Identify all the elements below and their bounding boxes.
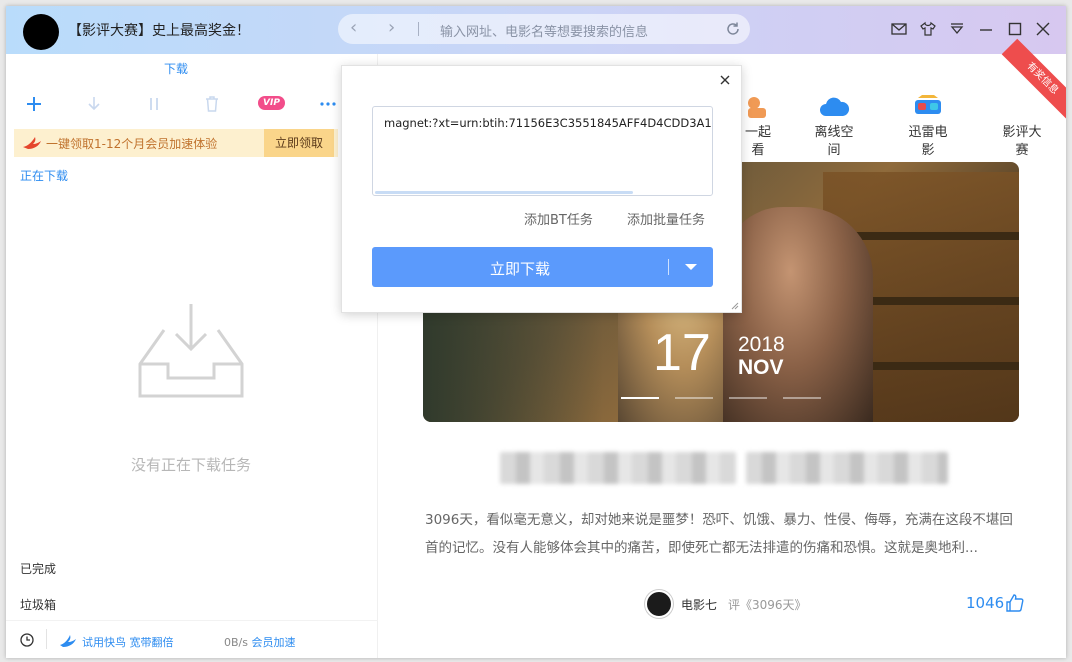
resize-grip-icon[interactable] [731,302,739,310]
forward-button[interactable]: › [388,18,395,38]
dropdown-arrow-icon[interactable] [685,264,697,270]
thumbs-up-icon[interactable] [1005,593,1025,613]
address-divider [418,22,419,36]
author-name[interactable]: 电影七 [681,596,717,613]
vip-badge[interactable]: VIP [258,96,285,110]
promo-title-link[interactable]: 【影评大赛】史上最高奖金！ [68,20,250,40]
tab-completed[interactable]: 已完成 [20,560,56,577]
tab-downloading[interactable]: 正在下载 [20,167,68,184]
address-bar[interactable]: ‹ › 输入网址、电影名等想要搜索的信息 [338,14,750,44]
empty-inbox-icon [138,304,244,398]
more-icon[interactable] [318,94,338,114]
carousel-dot[interactable] [675,397,713,399]
minimize-icon[interactable] [977,20,995,38]
quick-link-review-contest[interactable]: 影评大 赛 [992,94,1052,160]
menu-icon[interactable] [948,20,966,38]
cloud-icon [820,97,850,116]
member-promo-bar: 一键领取1-12个月会员加速体验 立即领取 [14,129,338,157]
banner-figure [723,207,873,422]
watch-together-icon [748,97,766,118]
bird-icon [23,137,41,149]
start-icon[interactable] [84,94,104,114]
fast-bird-link[interactable]: 试用快鸟 宽带翻倍 [82,634,174,650]
author-avatar[interactable] [645,590,673,618]
banner-day: 17 [653,324,711,382]
member-accel-link[interactable]: 会员加速 [251,636,295,649]
banner-year: 2018 [738,333,785,356]
download-now-button[interactable]: 立即下载 [372,247,713,287]
download-panel: 下载 VIP 一键领取1-12个月会员加速体验 立即领取 正在下载 没有正在下载… [6,54,378,658]
magnet-link-input[interactable]: magnet:?xt=urn:btih:71156E3C3551845AFF4D… [372,106,713,196]
blurred-title [500,452,736,484]
promo-text: 一键领取1-12个月会员加速体验 [46,137,218,151]
speed-indicator: 0B/s 会员加速 [224,634,295,650]
carousel-dot[interactable] [729,397,767,399]
quick-link-label: 迅雷电 影 [908,125,948,158]
skin-icon[interactable] [919,20,937,38]
claim-now-button[interactable]: 立即领取 [264,129,334,157]
close-icon[interactable] [719,74,731,86]
quick-link-offline-space[interactable]: 离线空 间 [804,94,864,160]
close-window-icon[interactable] [1034,20,1052,38]
banner-month: NOV [738,356,784,379]
add-task-icon[interactable] [24,94,44,114]
speed-value: 0B/s [224,636,248,649]
quick-link-label: 离线空 间 [814,125,854,158]
fast-bird-icon [60,635,76,647]
blurred-title [746,452,948,484]
refresh-icon[interactable] [724,20,742,38]
3d-glasses-icon [915,95,941,114]
status-divider [46,629,47,649]
empty-state-text: 没有正在下载任务 [130,456,251,474]
back-button[interactable]: ‹ [350,18,357,38]
pause-icon[interactable] [144,94,164,114]
quick-link-xunlei-movie[interactable]: 迅雷电 影 [898,94,958,160]
maximize-icon[interactable] [1006,20,1024,38]
app-window: 【影评大赛】史上最高奖金！ ‹ › 输入网址、电影名等想要搜索的信息 下载 VI… [6,6,1066,658]
carousel-dot[interactable] [783,397,821,399]
review-subject: 评《3096天》 [728,598,807,612]
banner-shelf [843,232,1019,240]
tab-trash[interactable]: 垃圾箱 [20,596,56,613]
add-bt-task-link[interactable]: 添加BT任务 [524,209,593,228]
review-description[interactable]: 3096天，看似毫无意义，却对她来说是噩梦！恐吓、饥饿、暴力、性侵、侮辱，充满在… [425,506,1025,562]
horizontal-scrollbar[interactable] [375,191,633,194]
new-task-dialog: magnet:?xt=urn:btih:71156E3C3551845AFF4D… [341,65,742,313]
user-avatar[interactable] [23,14,59,50]
status-bar: 试用快鸟 宽带翻倍 0B/s 会员加速 [6,620,378,658]
panel-title: 下载 [163,62,188,76]
clock-icon[interactable] [20,633,34,647]
carousel-dot[interactable] [621,397,659,399]
like-count: 1046 [966,594,1005,612]
add-batch-task-link[interactable]: 添加批量任务 [627,209,705,228]
address-placeholder: 输入网址、电影名等想要搜索的信息 [440,25,649,40]
title-bar: 【影评大赛】史上最高奖金！ ‹ › 输入网址、电影名等想要搜索的信息 [6,6,1066,58]
review-contest-icon [1006,94,1038,120]
mail-icon[interactable] [890,20,908,38]
download-now-label: 立即下载 [489,260,550,278]
quick-link-label: 一起 看 [744,125,771,158]
delete-icon[interactable] [202,94,222,114]
quick-link-label: 影评大 赛 [1002,125,1042,158]
magnet-link-value: magnet:?xt=urn:btih:71156E3C3551845AFF4D… [384,116,713,130]
button-divider [668,259,669,275]
